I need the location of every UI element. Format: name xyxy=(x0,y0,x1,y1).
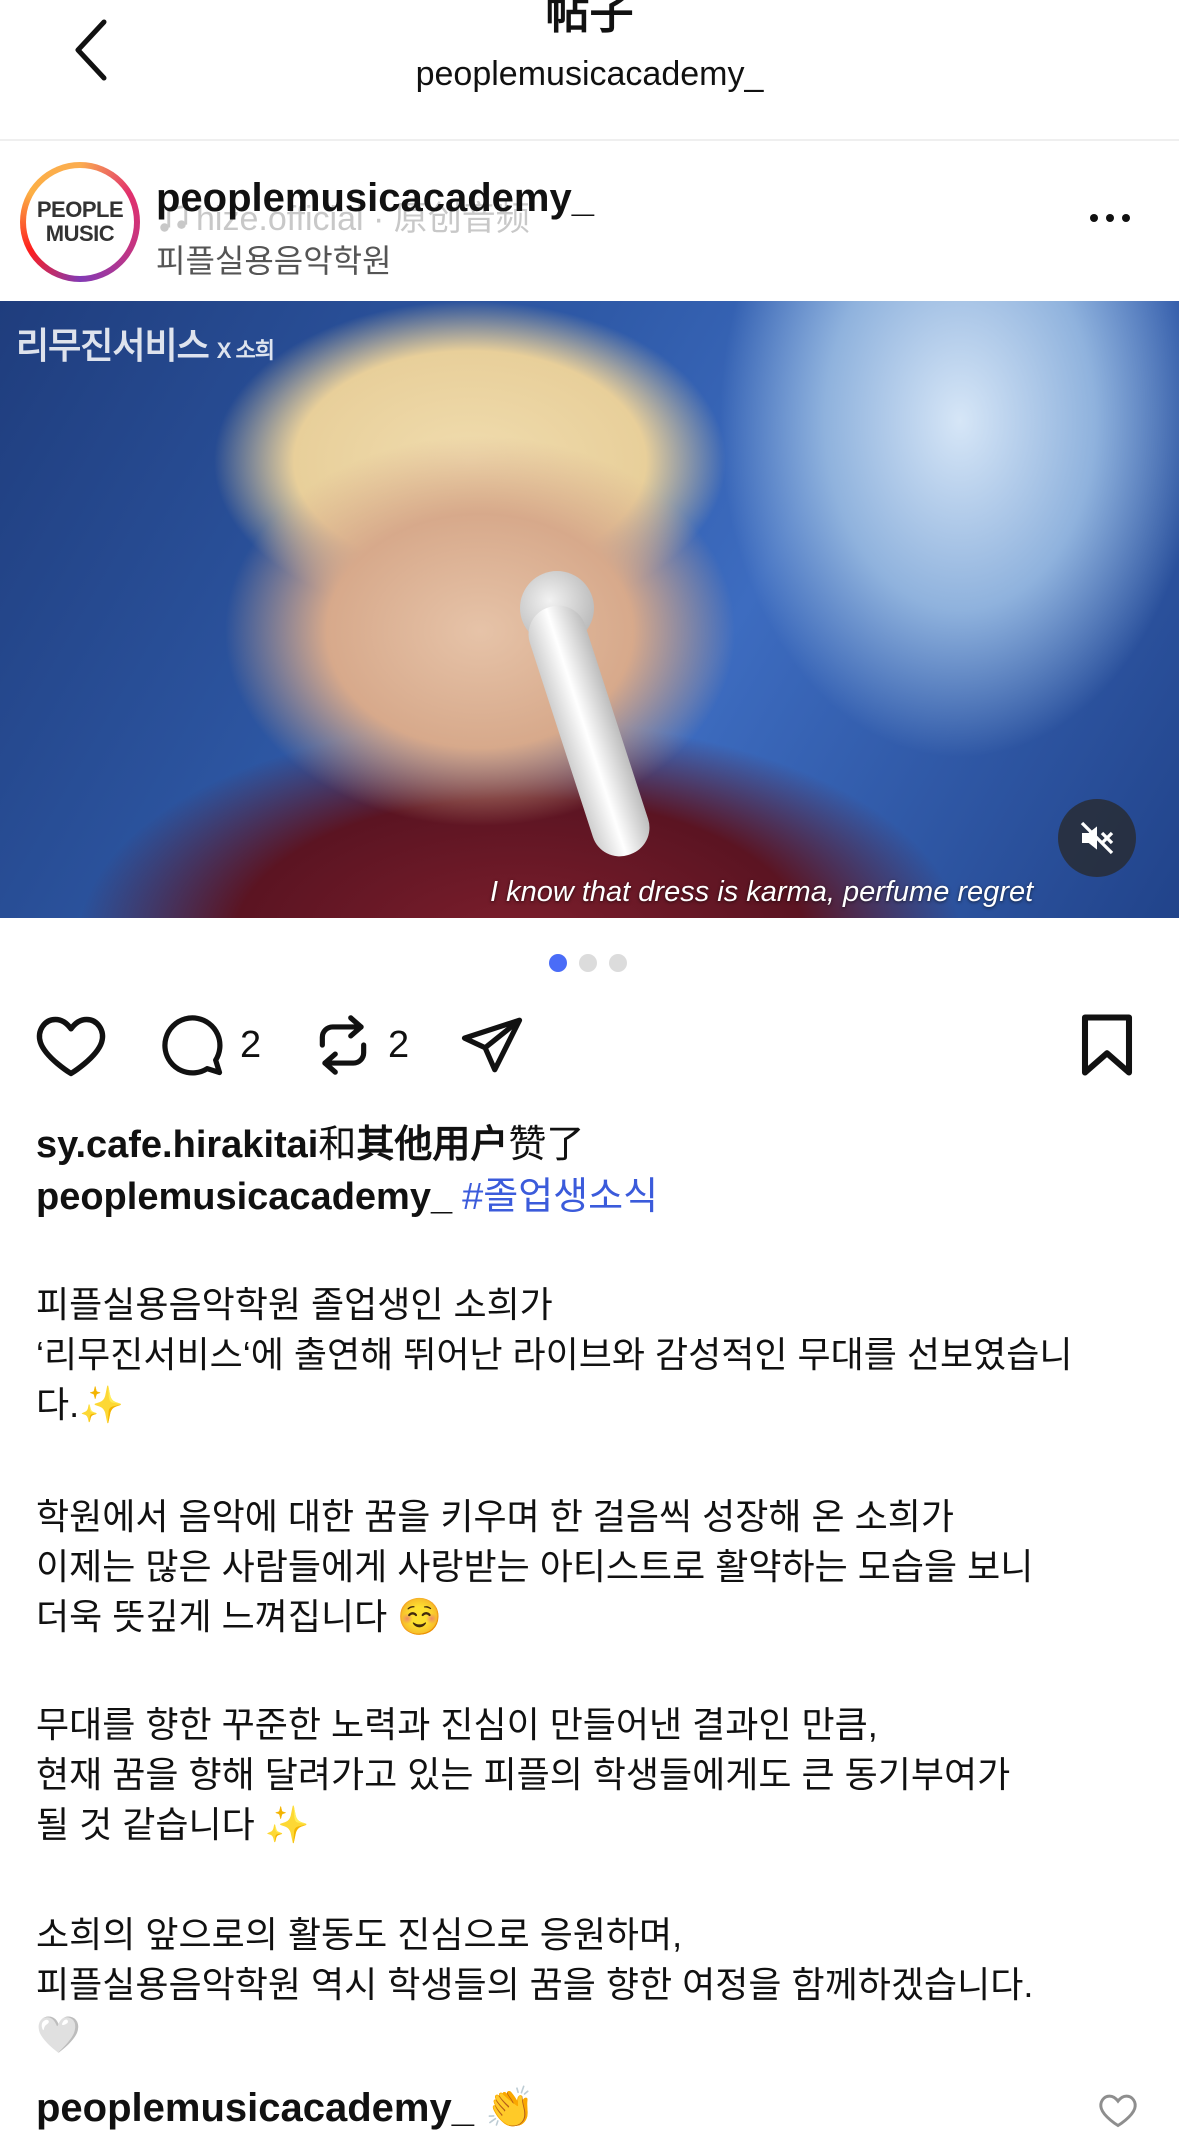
caption-paragraph: 피플실용음악학원 졸업생인 소희가 ‘리무진서비스‘에 출연해 뛰어난 라이브와… xyxy=(36,1280,1156,1430)
comment-button[interactable]: 2 xyxy=(158,1012,261,1078)
likes-others[interactable]: 其他用户 xyxy=(356,1124,508,1166)
avatar[interactable]: PEOPLE MUSIC xyxy=(20,162,140,282)
avatar-logo-line-1: PEOPLE xyxy=(36,197,124,222)
carousel-dot-active xyxy=(549,954,567,972)
microphone xyxy=(521,598,657,864)
bookmark-icon xyxy=(1081,1014,1133,1076)
caption-paragraph: 무대를 향한 꾸준한 노력과 진심이 만들어낸 결과인 만큼, 현재 꿈을 향해… xyxy=(36,1700,1156,1850)
carousel-dot xyxy=(579,954,597,972)
post-username[interactable]: peoplemusicacademy_ xyxy=(156,173,594,223)
carousel-dot xyxy=(609,954,627,972)
media-logo-sub: X 소희 xyxy=(216,338,275,363)
share-button[interactable] xyxy=(458,1012,526,1078)
avatar-logo-line-2: MUSIC xyxy=(45,221,115,246)
caption-paragraph-text: 무대를 향한 꾸준한 노력과 진심이 만들어낸 결과인 만큼, 현재 꿈을 향해… xyxy=(36,1704,1011,1845)
post-location[interactable]: 피플실용음악학원 xyxy=(156,240,392,282)
caption-header: peoplemusicacademy_ #졸업생소식 xyxy=(36,1172,658,1222)
media-logo: 리무진서비스 X 소희 xyxy=(16,317,275,369)
caption-hashtag[interactable]: #졸업생소식 xyxy=(462,1176,658,1218)
post-media[interactable]: 리무진서비스 X 소희 I know that dress is karma, p… xyxy=(0,301,1179,918)
page-subtitle[interactable]: peoplemusicacademy_ xyxy=(0,52,1179,96)
likes-suffix: 赞了 xyxy=(508,1124,585,1166)
heart-icon xyxy=(1099,2094,1137,2128)
comment-like-button[interactable] xyxy=(1098,2092,1138,2133)
likes-join: 和 xyxy=(318,1124,357,1166)
comment-username[interactable]: peoplemusicacademy_ xyxy=(36,2086,474,2130)
more-dot-icon xyxy=(1122,214,1130,222)
comment-icon xyxy=(162,1015,223,1076)
more-options-button[interactable] xyxy=(1080,198,1140,238)
avatar-logo: PEOPLE MUSIC xyxy=(26,168,134,276)
likes-summary[interactable]: sy.cafe.hirakitai和其他用户赞了 xyxy=(36,1120,584,1170)
comment-preview[interactable]: peoplemusicacademy_ 👏 xyxy=(36,2080,535,2136)
video-subtitle: I know that dress is karma, perfume regr… xyxy=(490,876,1034,908)
media-logo-text: 리무진서비스 xyxy=(16,325,210,366)
caption-username[interactable]: peoplemusicacademy_ xyxy=(36,1176,452,1218)
comment-count: 2 xyxy=(240,1023,262,1066)
repost-count: 2 xyxy=(388,1023,410,1066)
caption-paragraph: 학원에서 음악에 대한 꿈을 키우며 한 걸음씩 성장해 온 소희가 이제는 많… xyxy=(36,1492,1156,1642)
likes-user[interactable]: sy.cafe.hirakitai xyxy=(36,1124,318,1166)
page-title: 帖子 xyxy=(545,0,634,38)
carousel-indicator xyxy=(549,954,627,972)
send-icon xyxy=(461,1017,523,1073)
repost-icon xyxy=(319,1015,367,1075)
speaker-muted-icon xyxy=(1080,821,1114,855)
comment-text: 👏 xyxy=(485,2086,535,2130)
caption-paragraph-text: 피플실용음악학원 졸업생인 소희가 ‘리무진서비스‘에 출연해 뛰어난 라이브와… xyxy=(36,1284,1073,1425)
mute-button[interactable] xyxy=(1058,799,1136,877)
like-button[interactable] xyxy=(34,1012,108,1078)
header-divider xyxy=(0,139,1179,141)
save-button[interactable] xyxy=(1078,1012,1136,1078)
more-dot-icon xyxy=(1090,214,1098,222)
repost-button[interactable]: 2 xyxy=(312,1012,409,1078)
caption-paragraph: 소희의 앞으로의 활동도 진심으로 응원하며, 피플실용음악학원 역시 학생들의… xyxy=(36,1910,1156,2060)
more-dot-icon xyxy=(1106,214,1114,222)
caption-paragraph-text: 학원에서 음악에 대한 꿈을 키우며 한 걸음씩 성장해 온 소희가 이제는 많… xyxy=(36,1496,1034,1637)
caption-paragraph-text: 소희의 앞으로의 활동도 진심으로 응원하며, 피플실용음악학원 역시 학생들의… xyxy=(36,1914,1034,2055)
heart-icon xyxy=(36,1016,106,1077)
